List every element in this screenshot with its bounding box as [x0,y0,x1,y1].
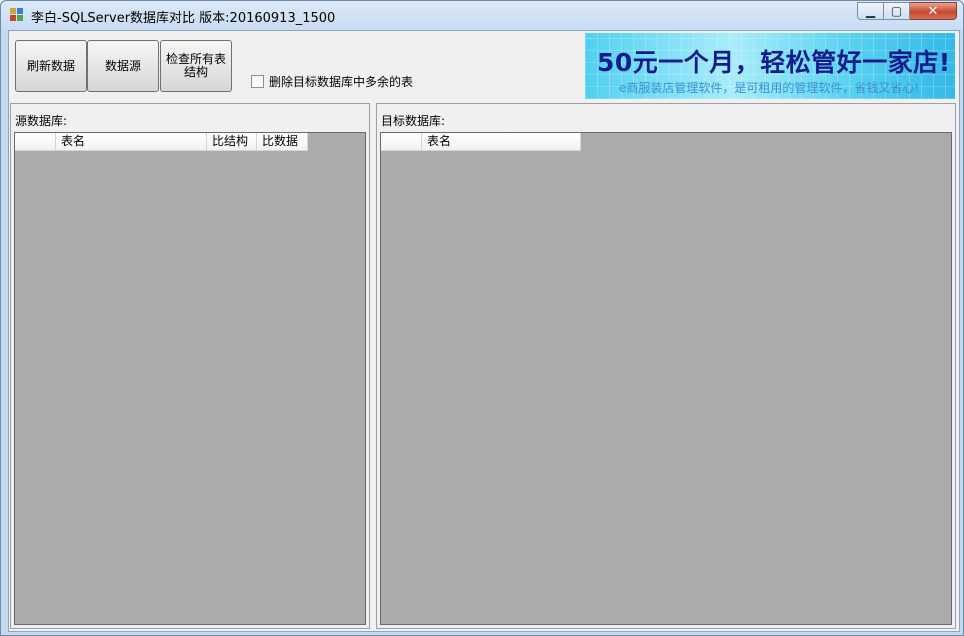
source-grid-header: 表名 比结构 比数据 [15,133,308,151]
app-window: 李白-SQLServer数据库对比 版本:20160913_1500 ▁ ▢ ✕… [0,0,964,636]
maximize-button[interactable]: ▢ [884,2,910,20]
source-col-compare-data[interactable]: 比数据 [257,133,308,151]
source-col-compare-structure[interactable]: 比结构 [207,133,257,151]
source-col-table-name[interactable]: 表名 [56,133,207,151]
refresh-data-label: 刷新数据 [26,58,75,73]
client-area: 刷新数据 数据源 检查所有表 结构 删除目标数据库中多余的表 50元一个月，轻松… [8,30,960,632]
close-button[interactable]: ✕ [910,2,957,20]
source-row-header-corner[interactable] [15,133,56,151]
check-structure-line1: 检查所有表 [165,52,226,66]
check-structure-line2: 结构 [183,65,208,79]
check-structure-label: 检查所有表 结构 [166,53,226,79]
check-all-structure-button[interactable]: 检查所有表 结构 [160,40,232,92]
target-db-label: 目标数据库: [381,114,446,128]
delete-extra-tables-checkbox[interactable] [251,75,264,88]
source-db-label: 源数据库: [15,114,68,128]
refresh-data-button[interactable]: 刷新数据 [15,40,87,92]
datasource-button[interactable]: 数据源 [87,40,159,92]
maximize-icon: ▢ [890,4,903,18]
target-grid-header: 表名 [381,133,581,151]
target-col-table-name[interactable]: 表名 [422,133,581,151]
banner-headline: 50元一个月，轻松管好一家店! [597,48,951,77]
target-row-header-corner[interactable] [381,133,422,151]
window-controls: ▁ ▢ ✕ [857,2,957,20]
banner-subline: e商服装店管理软件，是可租用的管理软件，省钱又省心! [619,81,920,95]
delete-extra-tables-label: 删除目标数据库中多余的表 [269,75,414,89]
source-table-grid[interactable]: 表名 比结构 比数据 [14,132,366,625]
ad-banner[interactable]: 50元一个月，轻松管好一家店! e商服装店管理软件，是可租用的管理软件，省钱又省… [585,33,955,99]
datasource-label: 数据源 [104,58,141,73]
target-table-grid[interactable]: 表名 [380,132,952,625]
source-db-panel: 源数据库: 表名 比结构 比数据 [10,103,370,629]
title-bar[interactable]: 李白-SQLServer数据库对比 版本:20160913_1500 ▁ ▢ ✕ [1,1,963,30]
close-icon: ✕ [927,3,939,19]
delete-extra-tables-option[interactable]: 删除目标数据库中多余的表 [251,73,413,90]
app-window-icon [10,8,24,22]
minimize-icon: ▁ [865,4,876,18]
target-db-panel: 目标数据库: 表名 [376,103,956,629]
minimize-button[interactable]: ▁ [857,2,884,20]
window-title: 李白-SQLServer数据库对比 版本:20160913_1500 [31,11,336,26]
